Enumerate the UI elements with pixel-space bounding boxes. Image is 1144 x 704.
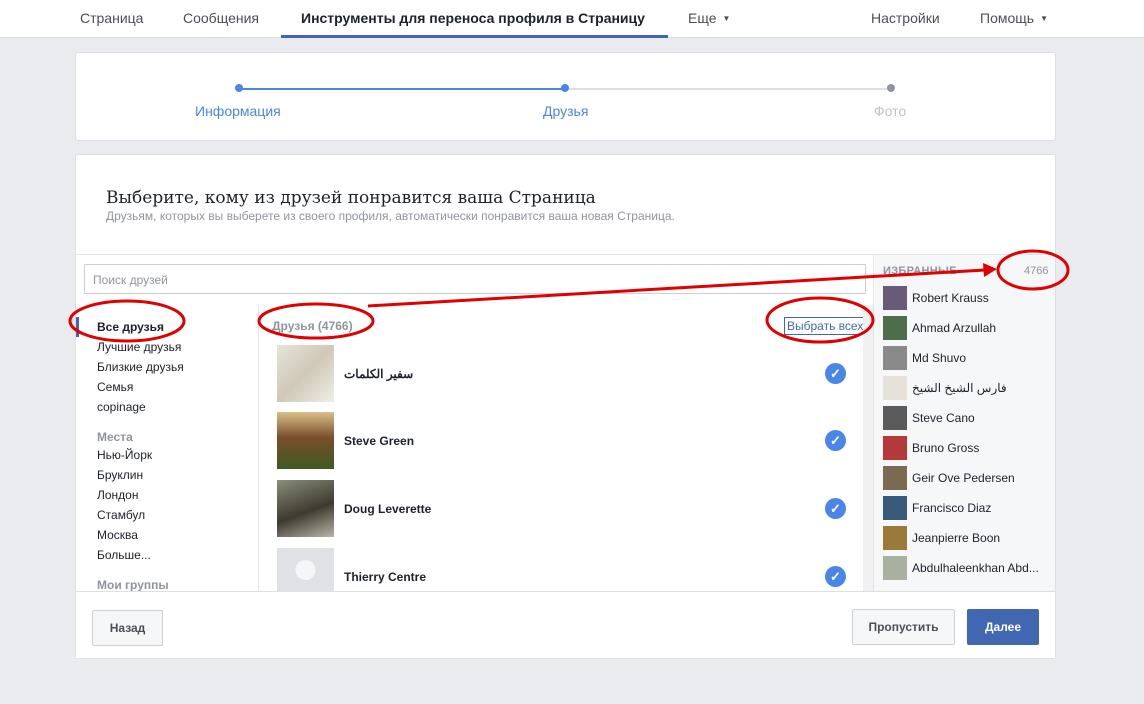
nav-place-moscow[interactable]: Москва — [97, 528, 138, 542]
favorite-name: Francisco Diaz — [912, 501, 992, 515]
check-icon[interactable]: ✓ — [825, 498, 846, 519]
friends-scrollbar[interactable] — [863, 305, 873, 591]
friend-avatar — [277, 412, 334, 469]
friend-avatar — [277, 345, 334, 402]
tab-more[interactable]: Еще ▼ — [688, 0, 730, 38]
step-dot-friends — [561, 84, 569, 92]
tab-page[interactable]: Страница — [80, 0, 143, 38]
friend-row[interactable]: Thierry Centre ✓ — [277, 548, 857, 591]
tab-profile-tools[interactable]: Инструменты для переноса профиля в Стран… — [281, 0, 668, 38]
page-subtitle: Друзьям, которых вы выберете из своего п… — [106, 209, 675, 223]
favorite-name: Bruno Gross — [912, 441, 980, 455]
nav-copinage[interactable]: copinage — [97, 400, 146, 414]
progress-card: Информация Друзья Фото — [75, 52, 1056, 141]
nav-best-friends[interactable]: Лучшие друзья — [97, 340, 181, 354]
favorite-name: Steve Cano — [912, 411, 975, 425]
tab-help-label: Помощь — [980, 10, 1035, 26]
back-button[interactable]: Назад — [92, 610, 163, 646]
favorite-name: Robert Krauss — [912, 291, 989, 305]
favorites-panel: ИЗБРАННЫЕ 4766 Robert Krauss Ahmad Arzul… — [873, 255, 1055, 591]
main-card: Выберите, кому из друзей понравится ваша… — [75, 154, 1056, 659]
favorite-name: فارس الشيخ الشيخ — [912, 381, 1007, 395]
tab-settings[interactable]: Настройки — [871, 0, 940, 38]
step-dot-photo — [887, 84, 895, 92]
avatar — [883, 466, 907, 490]
nav-all-friends[interactable]: Все друзья — [97, 320, 164, 334]
nav-place-brooklyn[interactable]: Бруклин — [97, 468, 143, 482]
favorite-item[interactable]: Geir Ove Pedersen — [883, 466, 1053, 490]
avatar — [883, 496, 907, 520]
friend-name: Doug Leverette — [344, 502, 432, 516]
tab-messages[interactable]: Сообщения — [183, 0, 259, 38]
step-label-friends[interactable]: Друзья — [543, 103, 588, 119]
nav-family[interactable]: Семья — [97, 380, 133, 394]
tab-help[interactable]: Помощь ▼ — [980, 0, 1048, 38]
friend-row[interactable]: Steve Green ✓ — [277, 412, 857, 470]
step-dot-info — [235, 84, 243, 92]
places-header: Места — [97, 430, 133, 444]
check-icon[interactable]: ✓ — [825, 430, 846, 451]
select-all-button[interactable]: Выбрать всех — [784, 317, 867, 335]
favorite-name: Md Shuvo — [912, 351, 967, 365]
favorite-name: Geir Ove Pedersen — [912, 471, 1015, 485]
caret-down-icon: ▼ — [722, 14, 731, 23]
top-nav: Страница Сообщения Инструменты для перен… — [0, 0, 1144, 38]
progress-line-done — [239, 88, 565, 90]
search-input[interactable]: Поиск друзей — [84, 264, 866, 294]
avatar — [883, 346, 907, 370]
tab-more-label: Еще — [688, 10, 717, 26]
skip-button[interactable]: Пропустить — [852, 609, 955, 645]
favorite-name: Abdulhaleenkhan Abd... — [912, 561, 1039, 575]
favorite-item[interactable]: Robert Krauss — [883, 286, 1053, 310]
favorite-name: Ahmad Arzullah — [912, 321, 997, 335]
nav-place-more[interactable]: Больше... — [97, 548, 151, 562]
favorite-item[interactable]: Francisco Diaz — [883, 496, 1053, 520]
nav-place-london[interactable]: Лондон — [97, 488, 138, 502]
favorite-item[interactable]: Steve Cano — [883, 406, 1053, 430]
friend-avatar — [277, 480, 334, 537]
friends-list: Друзья (4766) Выбрать всех سفير الكلمات … — [259, 305, 873, 591]
check-icon[interactable]: ✓ — [825, 566, 846, 587]
favorite-item[interactable]: Bruno Gross — [883, 436, 1053, 460]
progress-line-todo — [565, 88, 891, 90]
favorite-item[interactable]: Abdulhaleenkhan Abd... — [883, 556, 1053, 580]
default-avatar-icon — [295, 560, 316, 580]
caret-down-icon: ▼ — [1040, 14, 1048, 23]
page-title: Выберите, кому из друзей понравится ваша… — [106, 188, 596, 208]
friend-row[interactable]: Doug Leverette ✓ — [277, 480, 857, 538]
friend-name: Thierry Centre — [344, 570, 427, 584]
footer-bar: Назад Пропустить Далее — [76, 591, 1055, 658]
avatar — [883, 286, 907, 310]
nav-place-new-york[interactable]: Нью-Йорк — [97, 448, 152, 462]
nav-place-istanbul[interactable]: Стамбул — [97, 508, 145, 522]
avatar — [883, 406, 907, 430]
step-label-photo: Фото — [874, 103, 907, 119]
groups-header: Мои группы — [97, 578, 169, 591]
check-icon[interactable]: ✓ — [825, 363, 846, 384]
favorite-item[interactable]: Ahmad Arzullah — [883, 316, 1053, 340]
next-button[interactable]: Далее — [967, 609, 1039, 645]
avatar — [883, 376, 907, 400]
friends-count-title: Друзья (4766) — [272, 319, 353, 333]
avatar — [883, 526, 907, 550]
favorites-header: ИЗБРАННЫЕ — [883, 265, 957, 277]
friend-name: سفير الكلمات — [344, 367, 414, 381]
avatar — [883, 316, 907, 340]
favorite-item[interactable]: فارس الشيخ الشيخ — [883, 376, 1053, 400]
avatar — [883, 556, 907, 580]
friend-row[interactable]: سفير الكلمات ✓ — [277, 345, 857, 403]
favorite-name: Jeanpierre Boon — [912, 531, 1001, 545]
favorites-count: 4766 — [1024, 265, 1049, 277]
friend-lists-nav: Все друзья Лучшие друзья Близкие друзья … — [76, 305, 259, 591]
friend-avatar — [277, 548, 334, 591]
avatar — [883, 436, 907, 460]
active-indicator — [76, 317, 79, 337]
favorite-item[interactable]: Jeanpierre Boon — [883, 526, 1053, 550]
favorite-item[interactable]: Md Shuvo — [883, 346, 1053, 370]
nav-close-friends[interactable]: Близкие друзья — [97, 360, 184, 374]
friend-name: Steve Green — [344, 434, 415, 448]
step-label-info[interactable]: Информация — [195, 103, 281, 119]
